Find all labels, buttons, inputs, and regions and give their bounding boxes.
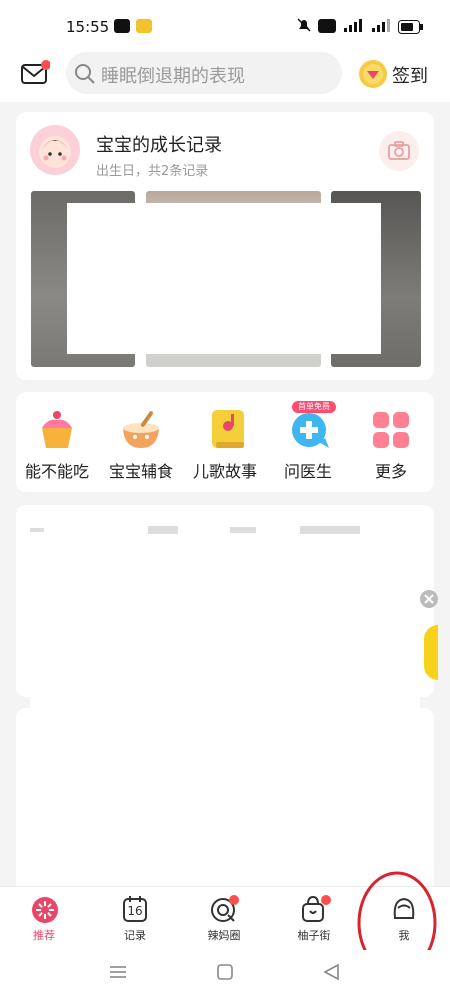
- cake-icon[interactable]: [34, 406, 80, 452]
- baby-avatar[interactable]: [30, 125, 80, 175]
- nav-recommend[interactable]: 推荐: [14, 927, 74, 943]
- signin-coin-icon[interactable]: [358, 59, 388, 89]
- battery-icon: [398, 20, 423, 34]
- growth-record-subtitle: 出生日，共2条记录: [96, 164, 209, 179]
- floating-mascot[interactable]: [424, 625, 438, 680]
- baby-face-icon: [39, 136, 71, 168]
- nav-shop-street[interactable]: 柚子街: [284, 927, 344, 943]
- search-icon: [75, 64, 95, 84]
- hd-icon: [318, 19, 336, 33]
- baby-food-bowl-icon[interactable]: [118, 406, 164, 452]
- app-notification-icon: [114, 19, 130, 33]
- signal-icon: [344, 19, 362, 32]
- close-ad-button[interactable]: [420, 590, 438, 608]
- camera-icon: [388, 141, 410, 160]
- growth-record-title: 宝宝的成长记录: [96, 135, 222, 156]
- free-badge: 首单免费: [292, 401, 336, 413]
- calendar-date: 16: [127, 904, 143, 918]
- close-icon: [424, 594, 434, 604]
- notification-dot: [321, 895, 331, 905]
- tool-label[interactable]: 更多: [341, 458, 441, 482]
- mute-bell-icon: [297, 18, 311, 32]
- nav-record[interactable]: 记录: [105, 927, 165, 943]
- feed-card[interactable]: [16, 708, 434, 892]
- shop-bag-icon[interactable]: [298, 894, 332, 924]
- camera-button[interactable]: [379, 131, 419, 171]
- recommend-icon[interactable]: [30, 895, 60, 925]
- more-grid-icon[interactable]: [371, 410, 411, 450]
- feed-card-title-obscured: [30, 522, 360, 538]
- mail-icon[interactable]: [20, 60, 50, 88]
- nav-mom-circle[interactable]: 辣妈圈: [194, 927, 254, 943]
- search-placeholder: 睡眠倒退期的表现: [101, 66, 245, 87]
- circle-icon[interactable]: [208, 894, 240, 924]
- music-book-icon[interactable]: [206, 406, 252, 452]
- feed-mask: [30, 540, 420, 710]
- app-notification-icon: [136, 19, 152, 33]
- photo-mask: [67, 203, 381, 354]
- home-square-icon[interactable]: [215, 963, 235, 981]
- signin-button[interactable]: 签到: [392, 62, 428, 88]
- back-triangle-icon[interactable]: [322, 963, 342, 981]
- status-time: 15:55: [66, 18, 110, 36]
- notification-dot: [229, 895, 239, 905]
- signal-icon: [372, 19, 390, 32]
- menu-icon[interactable]: [108, 964, 128, 980]
